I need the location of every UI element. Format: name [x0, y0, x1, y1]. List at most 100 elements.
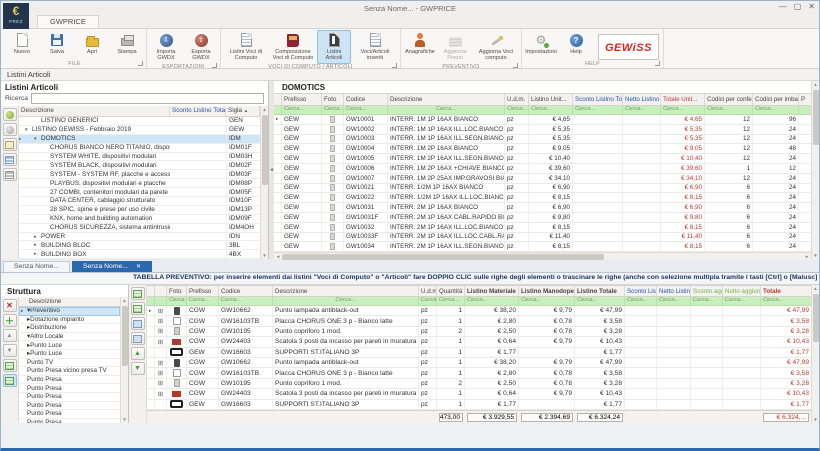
- filter-materiale[interactable]: Cerca...: [465, 297, 519, 305]
- col-prefisso[interactable]: Prefisso: [282, 94, 322, 105]
- listini-vertical-scrollbar[interactable]: ▲ ▼: [260, 106, 268, 259]
- tab-senza-nome-1[interactable]: Senza Nome...: [3, 261, 70, 272]
- move-row-up-button[interactable]: ▲: [130, 347, 145, 360]
- nuovo-button[interactable]: Nuovo: [5, 30, 39, 57]
- domotics-row[interactable]: GEW GW10033F INTERR. 2M 1P 16AX ILL.LOC.…: [274, 232, 811, 243]
- filter-udm[interactable]: Cerca...: [505, 106, 529, 114]
- listini-tool-import-button[interactable]: [2, 153, 17, 166]
- struttura-row[interactable]: Punto Presa: [19, 419, 120, 423]
- domotics-row[interactable]: GEW GW10031F INTERR. 2M 1P 16AX CABL.RAP…: [274, 212, 811, 223]
- col-sconto-listino-totale[interactable]: Sconto Listino Totale: [573, 94, 623, 105]
- filter-sconto[interactable]: Cerca...: [625, 297, 657, 305]
- filter-descrizione[interactable]: Cerca...: [273, 297, 419, 305]
- domotics-row[interactable]: GEW GW10002 INTERR. 1M 1P 16AX ILL.LOC.B…: [274, 124, 811, 135]
- listino-tree-row[interactable]: CHORUS SICUREZZA, sistema antintrusione …: [19, 224, 260, 233]
- expand-box-icon[interactable]: ⊞: [155, 378, 167, 389]
- expand-box-icon[interactable]: ⊞: [155, 306, 167, 316]
- scroll-thumb[interactable]: [121, 306, 128, 366]
- esporta-gwdx-button[interactable]: ⇧ Esporta GWDX: [184, 30, 218, 64]
- filter-descrizione[interactable]: Cerca...: [388, 106, 505, 114]
- struttura-row[interactable]: ▸ Distribuzione: [19, 324, 120, 333]
- preventivo-row[interactable]: ⊞ CGW GW24403 Scatola 3 posti da incasso…: [147, 389, 811, 400]
- delete-node-button[interactable]: ✕: [2, 299, 17, 312]
- voci-articoli-inseriti-button[interactable]: Voci/Articoli inseriti: [352, 30, 398, 64]
- listino-tree-row[interactable]: SYSTEM BLACK, dispositivi modulari IDM02…: [19, 161, 260, 171]
- scroll-left-icon[interactable]: ◄: [274, 254, 282, 259]
- close-tab-icon[interactable]: ✕: [136, 263, 141, 270]
- tab-gwprice[interactable]: GWPRICE: [37, 15, 99, 28]
- duplicate-rows-button[interactable]: [130, 332, 145, 345]
- tree-expander-icon[interactable]: ▾: [34, 136, 41, 142]
- scroll-thumb[interactable]: [261, 115, 268, 185]
- importa-gwdx-button[interactable]: ⇩ Importa GWDX: [149, 30, 183, 64]
- listino-tree-row[interactable]: ▾ LISTINO GEWISS - Febbraio 2019 GEW: [19, 126, 260, 135]
- domotics-row[interactable]: GEW GW10022 INTERR. 1/2M 1P 16AX ILL.LOC…: [274, 193, 811, 204]
- preventivo-row[interactable]: GEW GW16603 SUPPORTI ST.ITALIANO 3P pz 1…: [147, 399, 811, 410]
- struttura-tree-header[interactable]: Descrizione: [19, 297, 120, 307]
- expand-box-icon[interactable]: [155, 399, 167, 409]
- listino-tree-row[interactable]: KNX, home and building automation IDM09F: [19, 215, 260, 224]
- listini-tool-refresh-button[interactable]: [2, 108, 17, 121]
- expand-box-icon[interactable]: ⊞: [155, 368, 167, 378]
- col-sconto-listino[interactable]: Sconto List...: [625, 286, 657, 296]
- col-netto-aggiuntivo[interactable]: Netto aggiuntivo: [723, 286, 761, 296]
- scroll-down-icon[interactable]: ▼: [813, 416, 817, 423]
- listino-tree-row[interactable]: ▸ BUILDING BLOC 3BL: [19, 241, 260, 251]
- domotics-row[interactable]: GEW GW10004 INTERR. 1M 2P 16AX BIANCO pz…: [274, 144, 811, 155]
- listino-tree-row[interactable]: CHORUS BIANCO NERO TITANIO, dispositivi …: [19, 144, 260, 153]
- domotics-row[interactable]: GEW GW10005 INTERR. 1M 2P 16AX ILL.SEGN.…: [274, 154, 811, 164]
- col-codice[interactable]: Codice: [344, 94, 388, 105]
- salva-button[interactable]: Salva: [40, 30, 74, 57]
- filter-netto[interactable]: Cerca...: [623, 106, 661, 114]
- filter-quantita[interactable]: Cerca...: [437, 297, 465, 305]
- col-descrizione[interactable]: Descrizione: [19, 106, 170, 116]
- preventivo-row[interactable]: ⊞ CGW GW16103TB Placca CHORUS ONE 3 p - …: [147, 368, 811, 379]
- struttura-row[interactable]: Punto Presa: [19, 402, 120, 411]
- maximize-button[interactable]: ▢: [794, 2, 802, 12]
- add-node-button[interactable]: ＋: [2, 314, 17, 327]
- col-sconto-aggiuntivo[interactable]: Sconto agg...: [691, 286, 723, 296]
- filter-manodopera[interactable]: Cerca...: [519, 297, 575, 305]
- listino-tree-row[interactable]: ▸ ▾ DOMOTICS IDM: [19, 134, 260, 144]
- preventivo-vertical-scrollbar[interactable]: ▲ ▼: [811, 285, 819, 423]
- struttura-row[interactable]: ▸ Punto Luce: [19, 341, 120, 350]
- move-node-down-button[interactable]: ▼: [2, 344, 17, 357]
- struttura-vertical-scrollbar[interactable]: ▲ ▼: [120, 297, 128, 423]
- preventivo-row[interactable]: ⊞ CGW GW16103TB Placca CHORUS ONE 3 p - …: [147, 316, 811, 327]
- scroll-thumb[interactable]: [282, 253, 605, 260]
- listino-tree-row[interactable]: 28 SPIC, spine e prese per uso civile ID…: [19, 206, 260, 215]
- expand-box-icon[interactable]: ⊞: [155, 316, 167, 326]
- col-udm[interactable]: U.d.m.: [505, 94, 529, 105]
- col-udm[interactable]: U.d.m.: [419, 286, 437, 296]
- struttura-row[interactable]: Punto Presa: [19, 410, 120, 419]
- scroll-up-icon[interactable]: ▲: [122, 297, 126, 304]
- col-netto-listino[interactable]: Netto Listino: [623, 94, 661, 105]
- struttura-row[interactable]: Punto Presa vicino presa TV: [19, 367, 120, 376]
- tree-expander-icon[interactable]: ▸: [34, 234, 41, 240]
- tree-expander-icon[interactable]: ▾: [25, 127, 32, 133]
- domotics-vertical-scrollbar[interactable]: ▲ ▼: [811, 81, 819, 259]
- filter-foto[interactable]: Cerca...: [167, 297, 187, 305]
- apri-button[interactable]: Apri: [75, 30, 109, 57]
- preventivo-row[interactable]: ⊞ CGW GW10195 Punto copriforo 1 mod. pz …: [147, 378, 811, 390]
- minimize-button[interactable]: —: [779, 2, 787, 12]
- insert-row-button[interactable]: [130, 302, 145, 315]
- listini-tool-export-button[interactable]: [2, 168, 17, 181]
- filter-listino[interactable]: Cerca...: [529, 106, 573, 114]
- domotics-row[interactable]: GEW GW10007 INTERR. 1M 2P 25AX IMP.GRAVO…: [274, 173, 811, 184]
- domotics-row[interactable]: GEW GW10034 INTERR. 2M 1P 16AX ILL.SEGN.…: [274, 242, 811, 253]
- col-listino-totale[interactable]: Listino Totale: [575, 286, 625, 296]
- dialog-launcher-icon[interactable]: [654, 61, 660, 66]
- dialog-launcher-icon[interactable]: [212, 62, 217, 68]
- filter-listino-totale[interactable]: Cerca...: [575, 297, 625, 305]
- col-foto[interactable]: Foto: [167, 286, 187, 296]
- stampa-button[interactable]: Stampa: [110, 30, 144, 57]
- col-codici-confezione[interactable]: Codici per confezione: [705, 94, 753, 105]
- col-listino-materiale[interactable]: Listino Materiale: [465, 286, 519, 296]
- domotics-row[interactable]: ▸ GEW GW10001 INTERR. 1M 1P 16AX BIANCO …: [274, 115, 811, 125]
- struttura-row[interactable]: ▸ ▾ Preventivo: [19, 307, 120, 316]
- listini-articoli-button[interactable]: Listini Articoli: [317, 30, 351, 64]
- struttura-row[interactable]: Punto Presa: [19, 393, 120, 402]
- scroll-thumb[interactable]: [812, 90, 819, 145]
- preventivo-row[interactable]: ⊞ CGW GW10662 Punto lampada antiblack-ou…: [147, 357, 811, 369]
